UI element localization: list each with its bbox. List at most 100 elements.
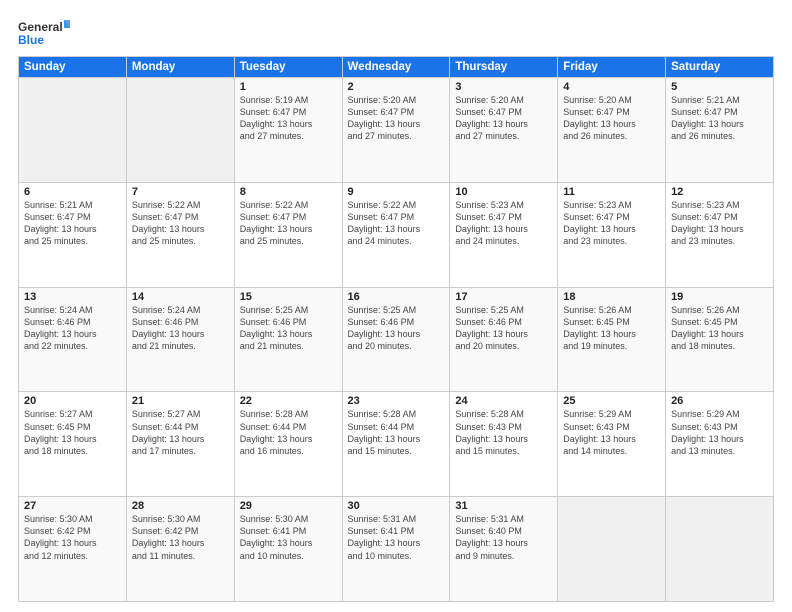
day-info: Sunrise: 5:21 AM Sunset: 6:47 PM Dayligh…	[24, 199, 121, 248]
day-number: 28	[132, 500, 229, 512]
day-info: Sunrise: 5:25 AM Sunset: 6:46 PM Dayligh…	[348, 304, 445, 353]
day-info: Sunrise: 5:23 AM Sunset: 6:47 PM Dayligh…	[563, 199, 660, 248]
day-info: Sunrise: 5:30 AM Sunset: 6:42 PM Dayligh…	[24, 513, 121, 562]
day-number: 7	[132, 186, 229, 198]
day-number: 16	[348, 291, 445, 303]
day-info: Sunrise: 5:22 AM Sunset: 6:47 PM Dayligh…	[348, 199, 445, 248]
calendar-cell	[19, 78, 127, 183]
day-header-sunday: Sunday	[19, 57, 127, 78]
calendar-cell: 24Sunrise: 5:28 AM Sunset: 6:43 PM Dayli…	[450, 392, 558, 497]
day-info: Sunrise: 5:28 AM Sunset: 6:44 PM Dayligh…	[348, 408, 445, 457]
day-number: 3	[455, 81, 552, 93]
day-number: 26	[671, 395, 768, 407]
calendar-cell: 17Sunrise: 5:25 AM Sunset: 6:46 PM Dayli…	[450, 287, 558, 392]
calendar-cell: 30Sunrise: 5:31 AM Sunset: 6:41 PM Dayli…	[342, 497, 450, 602]
calendar-cell: 7Sunrise: 5:22 AM Sunset: 6:47 PM Daylig…	[126, 182, 234, 287]
day-info: Sunrise: 5:19 AM Sunset: 6:47 PM Dayligh…	[240, 94, 337, 143]
days-header-row: SundayMondayTuesdayWednesdayThursdayFrid…	[19, 57, 774, 78]
calendar-cell: 21Sunrise: 5:27 AM Sunset: 6:44 PM Dayli…	[126, 392, 234, 497]
calendar-cell: 2Sunrise: 5:20 AM Sunset: 6:47 PM Daylig…	[342, 78, 450, 183]
day-info: Sunrise: 5:27 AM Sunset: 6:45 PM Dayligh…	[24, 408, 121, 457]
day-info: Sunrise: 5:30 AM Sunset: 6:41 PM Dayligh…	[240, 513, 337, 562]
day-number: 23	[348, 395, 445, 407]
calendar-cell: 15Sunrise: 5:25 AM Sunset: 6:46 PM Dayli…	[234, 287, 342, 392]
day-info: Sunrise: 5:25 AM Sunset: 6:46 PM Dayligh…	[455, 304, 552, 353]
day-number: 10	[455, 186, 552, 198]
day-number: 17	[455, 291, 552, 303]
day-info: Sunrise: 5:31 AM Sunset: 6:41 PM Dayligh…	[348, 513, 445, 562]
day-info: Sunrise: 5:26 AM Sunset: 6:45 PM Dayligh…	[563, 304, 660, 353]
day-info: Sunrise: 5:23 AM Sunset: 6:47 PM Dayligh…	[671, 199, 768, 248]
day-number: 29	[240, 500, 337, 512]
calendar-cell: 19Sunrise: 5:26 AM Sunset: 6:45 PM Dayli…	[666, 287, 774, 392]
day-info: Sunrise: 5:24 AM Sunset: 6:46 PM Dayligh…	[132, 304, 229, 353]
calendar-cell	[666, 497, 774, 602]
day-header-tuesday: Tuesday	[234, 57, 342, 78]
day-number: 21	[132, 395, 229, 407]
week-row-4: 20Sunrise: 5:27 AM Sunset: 6:45 PM Dayli…	[19, 392, 774, 497]
calendar-cell: 11Sunrise: 5:23 AM Sunset: 6:47 PM Dayli…	[558, 182, 666, 287]
calendar-cell: 1Sunrise: 5:19 AM Sunset: 6:47 PM Daylig…	[234, 78, 342, 183]
calendar-cell: 25Sunrise: 5:29 AM Sunset: 6:43 PM Dayli…	[558, 392, 666, 497]
day-number: 9	[348, 186, 445, 198]
calendar-cell: 12Sunrise: 5:23 AM Sunset: 6:47 PM Dayli…	[666, 182, 774, 287]
day-info: Sunrise: 5:22 AM Sunset: 6:47 PM Dayligh…	[240, 199, 337, 248]
day-info: Sunrise: 5:22 AM Sunset: 6:47 PM Dayligh…	[132, 199, 229, 248]
calendar-cell: 23Sunrise: 5:28 AM Sunset: 6:44 PM Dayli…	[342, 392, 450, 497]
day-number: 12	[671, 186, 768, 198]
day-info: Sunrise: 5:28 AM Sunset: 6:43 PM Dayligh…	[455, 408, 552, 457]
day-info: Sunrise: 5:29 AM Sunset: 6:43 PM Dayligh…	[563, 408, 660, 457]
week-row-5: 27Sunrise: 5:30 AM Sunset: 6:42 PM Dayli…	[19, 497, 774, 602]
logo: General Blue	[18, 16, 70, 52]
day-number: 25	[563, 395, 660, 407]
svg-text:Blue: Blue	[18, 33, 44, 47]
calendar-cell: 14Sunrise: 5:24 AM Sunset: 6:46 PM Dayli…	[126, 287, 234, 392]
calendar-cell: 29Sunrise: 5:30 AM Sunset: 6:41 PM Dayli…	[234, 497, 342, 602]
day-header-friday: Friday	[558, 57, 666, 78]
day-info: Sunrise: 5:24 AM Sunset: 6:46 PM Dayligh…	[24, 304, 121, 353]
calendar-cell	[126, 78, 234, 183]
day-number: 15	[240, 291, 337, 303]
day-info: Sunrise: 5:26 AM Sunset: 6:45 PM Dayligh…	[671, 304, 768, 353]
day-number: 24	[455, 395, 552, 407]
day-number: 27	[24, 500, 121, 512]
day-number: 31	[455, 500, 552, 512]
calendar-table: SundayMondayTuesdayWednesdayThursdayFrid…	[18, 56, 774, 602]
week-row-1: 1Sunrise: 5:19 AM Sunset: 6:47 PM Daylig…	[19, 78, 774, 183]
day-info: Sunrise: 5:20 AM Sunset: 6:47 PM Dayligh…	[348, 94, 445, 143]
calendar-cell: 16Sunrise: 5:25 AM Sunset: 6:46 PM Dayli…	[342, 287, 450, 392]
calendar-cell: 20Sunrise: 5:27 AM Sunset: 6:45 PM Dayli…	[19, 392, 127, 497]
day-info: Sunrise: 5:23 AM Sunset: 6:47 PM Dayligh…	[455, 199, 552, 248]
day-header-thursday: Thursday	[450, 57, 558, 78]
day-info: Sunrise: 5:31 AM Sunset: 6:40 PM Dayligh…	[455, 513, 552, 562]
calendar-cell: 18Sunrise: 5:26 AM Sunset: 6:45 PM Dayli…	[558, 287, 666, 392]
day-info: Sunrise: 5:20 AM Sunset: 6:47 PM Dayligh…	[455, 94, 552, 143]
calendar-cell: 26Sunrise: 5:29 AM Sunset: 6:43 PM Dayli…	[666, 392, 774, 497]
day-number: 20	[24, 395, 121, 407]
week-row-2: 6Sunrise: 5:21 AM Sunset: 6:47 PM Daylig…	[19, 182, 774, 287]
calendar-cell: 13Sunrise: 5:24 AM Sunset: 6:46 PM Dayli…	[19, 287, 127, 392]
calendar-cell: 22Sunrise: 5:28 AM Sunset: 6:44 PM Dayli…	[234, 392, 342, 497]
calendar-cell: 5Sunrise: 5:21 AM Sunset: 6:47 PM Daylig…	[666, 78, 774, 183]
calendar-cell: 27Sunrise: 5:30 AM Sunset: 6:42 PM Dayli…	[19, 497, 127, 602]
day-number: 22	[240, 395, 337, 407]
day-info: Sunrise: 5:21 AM Sunset: 6:47 PM Dayligh…	[671, 94, 768, 143]
day-number: 1	[240, 81, 337, 93]
calendar-cell: 8Sunrise: 5:22 AM Sunset: 6:47 PM Daylig…	[234, 182, 342, 287]
day-number: 11	[563, 186, 660, 198]
week-row-3: 13Sunrise: 5:24 AM Sunset: 6:46 PM Dayli…	[19, 287, 774, 392]
day-number: 6	[24, 186, 121, 198]
calendar-cell: 3Sunrise: 5:20 AM Sunset: 6:47 PM Daylig…	[450, 78, 558, 183]
calendar-cell: 10Sunrise: 5:23 AM Sunset: 6:47 PM Dayli…	[450, 182, 558, 287]
day-number: 2	[348, 81, 445, 93]
calendar-cell: 31Sunrise: 5:31 AM Sunset: 6:40 PM Dayli…	[450, 497, 558, 602]
header: General Blue	[18, 16, 774, 52]
calendar-cell: 28Sunrise: 5:30 AM Sunset: 6:42 PM Dayli…	[126, 497, 234, 602]
day-info: Sunrise: 5:20 AM Sunset: 6:47 PM Dayligh…	[563, 94, 660, 143]
day-info: Sunrise: 5:25 AM Sunset: 6:46 PM Dayligh…	[240, 304, 337, 353]
day-number: 4	[563, 81, 660, 93]
day-info: Sunrise: 5:30 AM Sunset: 6:42 PM Dayligh…	[132, 513, 229, 562]
day-info: Sunrise: 5:29 AM Sunset: 6:43 PM Dayligh…	[671, 408, 768, 457]
page: General Blue SundayMondayTuesdayWednesda…	[0, 0, 792, 612]
day-number: 30	[348, 500, 445, 512]
